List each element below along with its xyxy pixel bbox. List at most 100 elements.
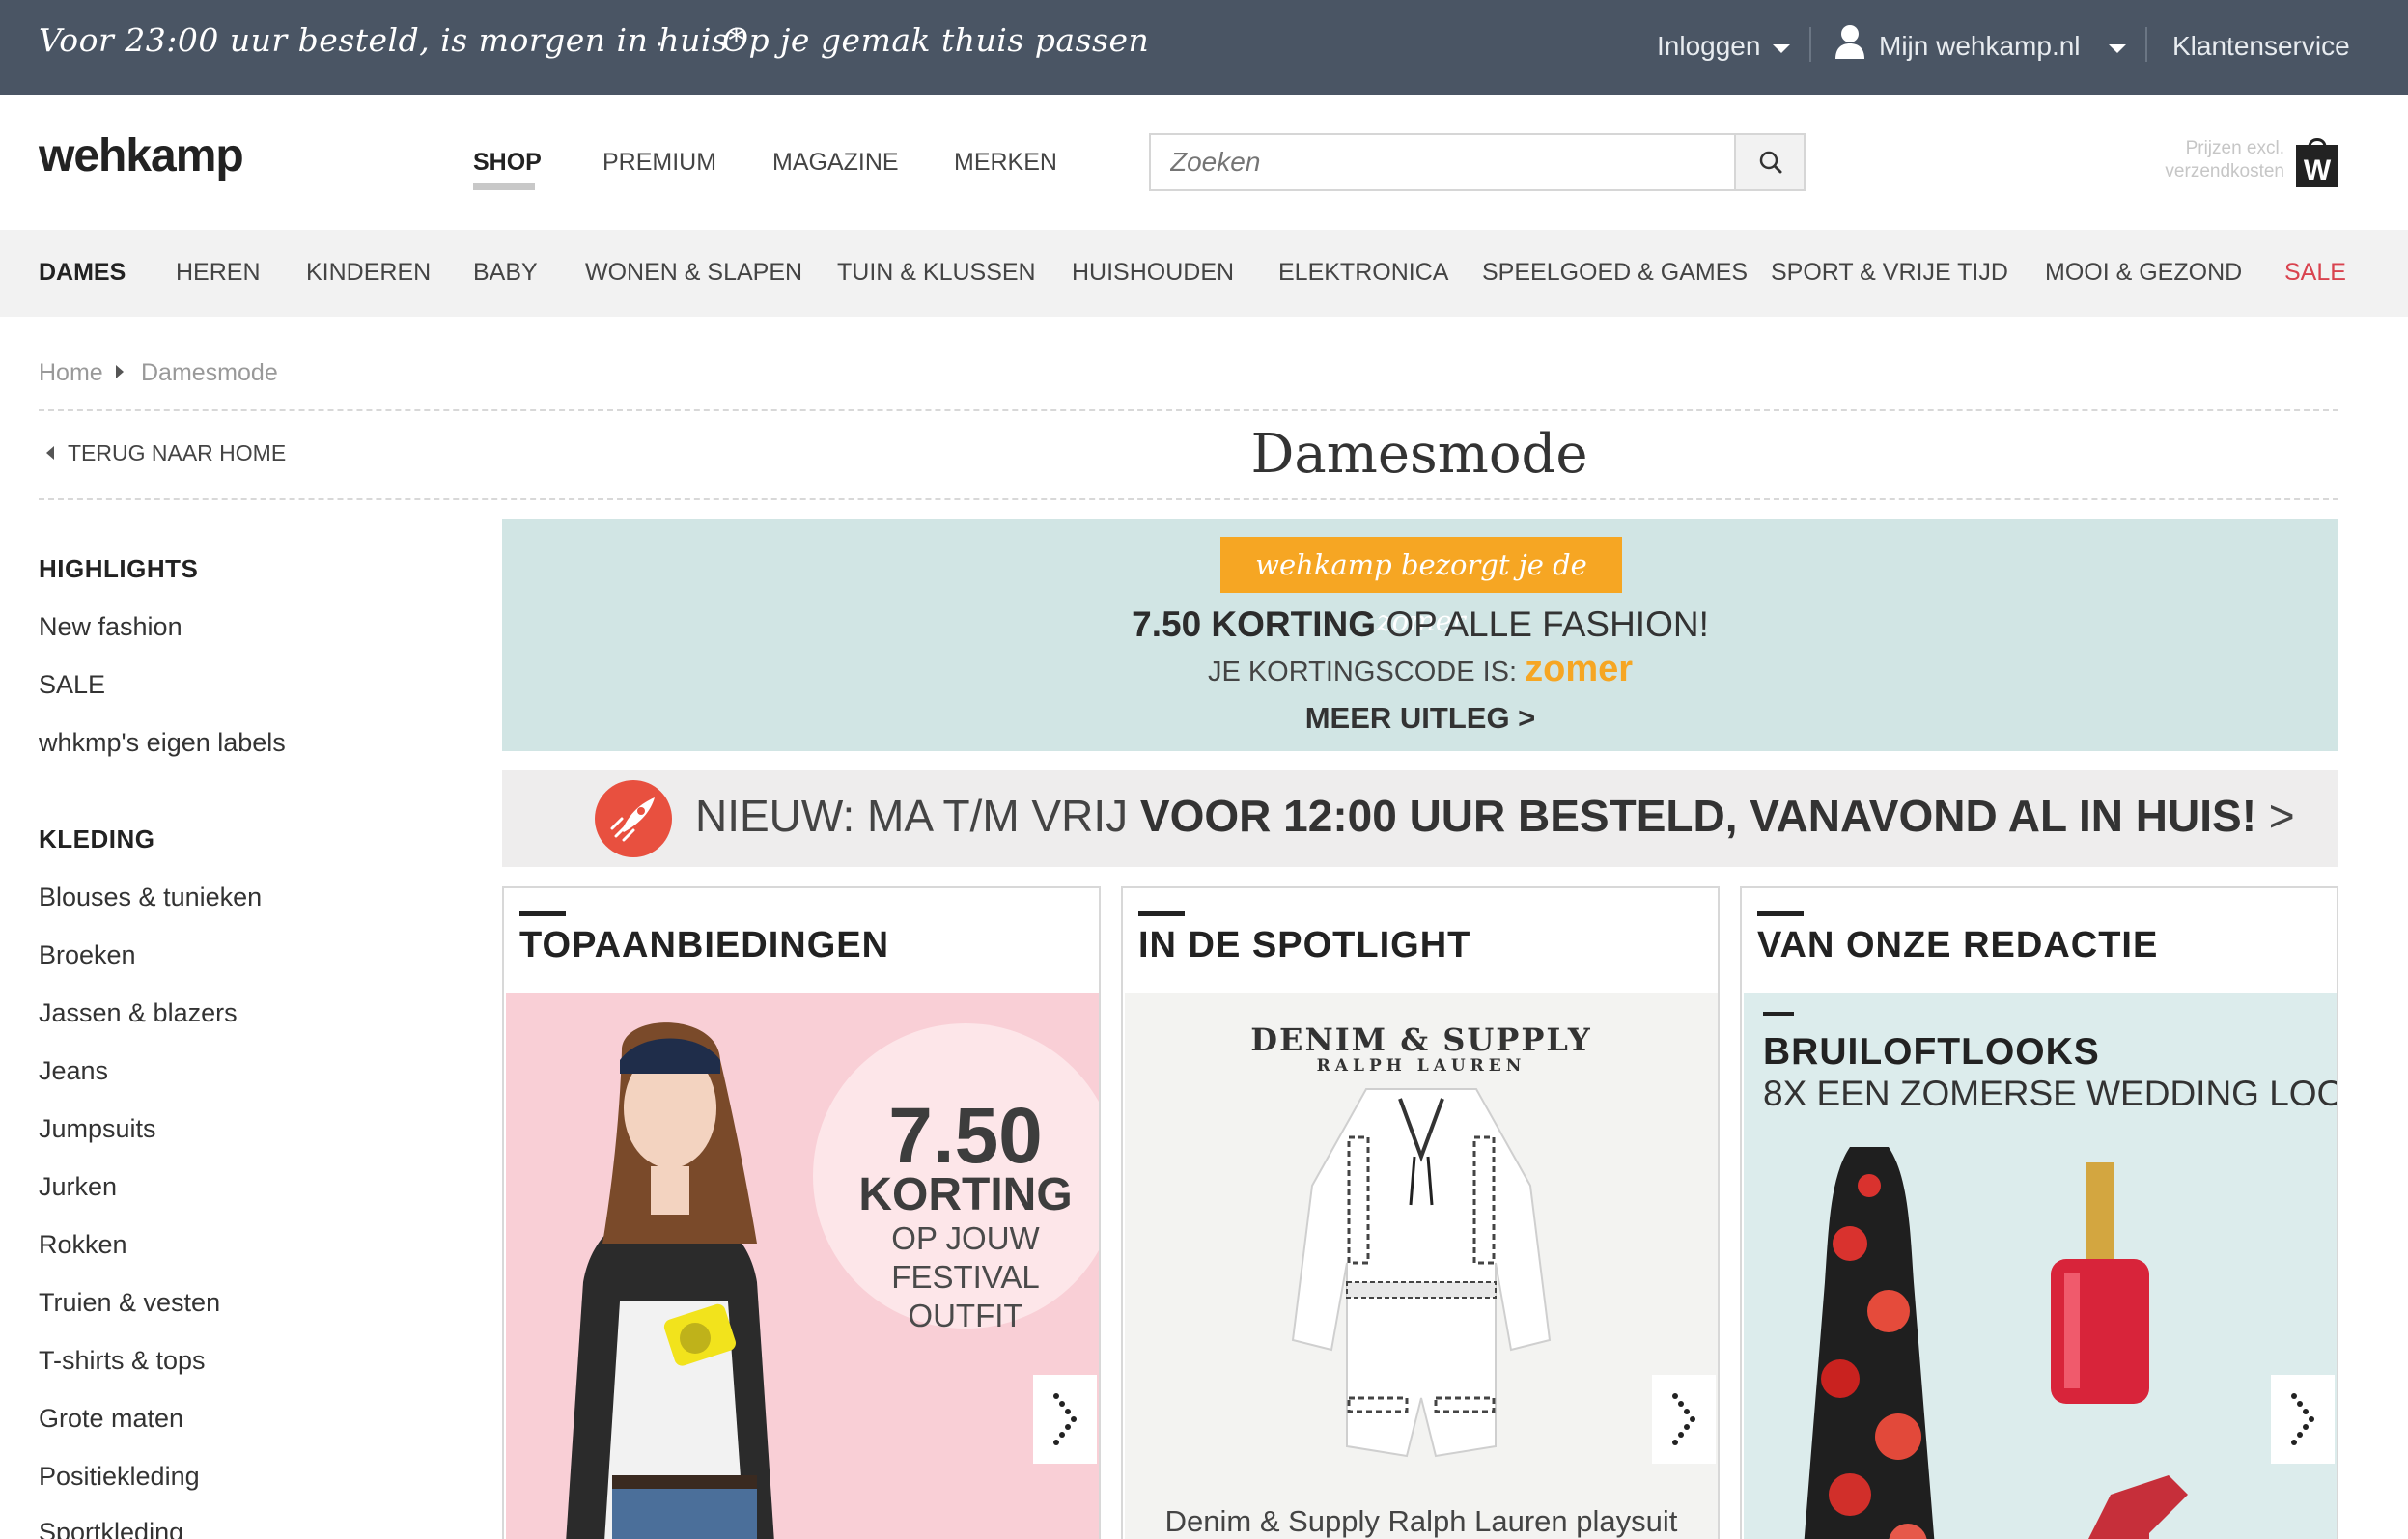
- account-caret-icon[interactable]: [2109, 44, 2126, 53]
- cart-logo: W: [2304, 154, 2332, 186]
- clothing-heading: KLEDING: [39, 825, 155, 853]
- sidebar-item-jumpsuits[interactable]: Jumpsuits: [39, 1114, 156, 1144]
- product-caption[interactable]: Denim & Supply Ralph Lauren playsuit: [1125, 1504, 1718, 1539]
- delivery-arrow: >: [2256, 791, 2295, 841]
- shipping-note-line1: Prijzen excl.: [2185, 138, 2284, 158]
- sidebar-item-own-labels[interactable]: whkmp's eigen labels: [39, 728, 286, 758]
- sidebar-item-blouses[interactable]: Blouses & tunieken: [39, 882, 262, 912]
- category-heren[interactable]: HEREN: [176, 259, 261, 287]
- shopping-bag-icon[interactable]: W: [2296, 133, 2338, 187]
- sidebar-item-broeken[interactable]: Broeken: [39, 940, 136, 970]
- card-title: TOPAANBIEDINGEN: [519, 925, 890, 965]
- offer-word: KORTING: [858, 1169, 1073, 1220]
- title-mark: [519, 911, 566, 916]
- carousel-next-button[interactable]: [1652, 1375, 1716, 1464]
- playsuit-illustration: [1291, 1088, 1552, 1458]
- divider: [2145, 27, 2147, 62]
- spotlight-image[interactable]: DENIM & SUPPLY RALPH LAUREN Denim & Supp…: [1125, 993, 1718, 1539]
- top-bar: Voor 23:00 uur besteld, is morgen in hui…: [0, 0, 2408, 95]
- discount-headline: 7.50 KORTING OP ALLE FASHION!: [502, 604, 2338, 645]
- category-mooi-gezond[interactable]: MOOI & GEZOND: [2045, 259, 2242, 287]
- category-sale[interactable]: SALE: [2284, 259, 2346, 287]
- editorial-image[interactable]: BRUILOFTLOOKS 8X EEN ZOMERSE WEDDING LOO…: [1744, 993, 2337, 1539]
- sidebar-item-sale[interactable]: SALE: [39, 670, 105, 700]
- offer-image[interactable]: 7.50 KORTING OP JOUW FESTIVAL OUTFIT: [506, 993, 1099, 1539]
- divider: [39, 409, 2338, 411]
- card-spotlight[interactable]: IN DE SPOTLIGHT DENIM & SUPPLY RALPH LAU…: [1121, 886, 1720, 1539]
- offer-line1: OP JOUW: [891, 1220, 1040, 1256]
- back-to-home-link[interactable]: TERUG NAAR HOME: [68, 440, 286, 466]
- sidebar-item-jassen[interactable]: Jassen & blazers: [39, 998, 238, 1028]
- shipping-note-line2: verzendkosten: [2165, 161, 2284, 182]
- delivery-new: NIEUW: MA T/M VRIJ: [695, 791, 1140, 841]
- offer-line2: FESTIVAL: [891, 1259, 1040, 1295]
- discount-scope: OP ALLE FASHION!: [1376, 604, 1709, 644]
- sidebar-item-new-fashion[interactable]: New fashion: [39, 612, 182, 642]
- promo-separator: ·: [655, 27, 664, 59]
- breadcrumb-current[interactable]: Damesmode: [141, 359, 278, 387]
- nav-magazine[interactable]: MAGAZINE: [772, 149, 899, 177]
- carousel-next-button[interactable]: [2271, 1375, 2335, 1464]
- category-tuin-klussen[interactable]: TUIN & KLUSSEN: [837, 259, 1036, 287]
- sidebar-item-jeans[interactable]: Jeans: [39, 1056, 108, 1086]
- breadcrumb-home[interactable]: Home: [39, 359, 103, 387]
- customer-service-link[interactable]: Klantenservice: [2172, 31, 2350, 62]
- page-title: Damesmode: [1250, 423, 1588, 486]
- shipping-note: Prijzen excl. verzendkosten: [2149, 137, 2284, 183]
- card-top-offers[interactable]: TOPAANBIEDINGEN 7.50 KORTING OP JOUW FES…: [502, 886, 1101, 1539]
- offer-line3: OUTFIT: [908, 1298, 1023, 1333]
- chevron-right-icon: [1053, 1393, 1077, 1445]
- login-caret-icon[interactable]: [1773, 44, 1790, 53]
- category-huishouden[interactable]: HUISHOUDEN: [1072, 259, 1234, 287]
- category-elektronica[interactable]: ELEKTRONICA: [1278, 259, 1448, 287]
- category-baby[interactable]: BABY: [473, 259, 538, 287]
- category-bar: DAMES HEREN KINDEREN BABY WONEN & SLAPEN…: [0, 230, 2408, 317]
- divider: [1809, 27, 1811, 62]
- sidebar-item-positiekleding[interactable]: Positiekleding: [39, 1462, 200, 1492]
- carousel-next-button[interactable]: [1033, 1375, 1097, 1464]
- search-box: [1149, 133, 1806, 191]
- search-button[interactable]: [1734, 135, 1804, 189]
- more-info-link[interactable]: MEER UITLEG >: [502, 701, 2338, 736]
- wehkamp-logo[interactable]: wehkamp: [39, 129, 244, 182]
- card-title: IN DE SPOTLIGHT: [1138, 925, 1471, 965]
- category-sport-vrije-tijd[interactable]: SPORT & VRIJE TIJD: [1771, 259, 2008, 287]
- card-editorial[interactable]: VAN ONZE REDACTIE BRUILOFTLOOKS 8X EEN Z…: [1740, 886, 2338, 1539]
- chevron-right-icon: [1672, 1393, 1695, 1445]
- rocket-icon: [595, 780, 672, 857]
- delivery-message: NIEUW: MA T/M VRIJ VOOR 12:00 UUR BESTEL…: [695, 790, 2295, 842]
- user-icon[interactable]: [1834, 23, 1865, 60]
- discount-code-line: JE KORTINGSCODE IS: zomer: [502, 649, 2338, 690]
- search-icon: [1759, 151, 1782, 174]
- summer-discount-banner[interactable]: wehkamp bezorgt je de zomer 7.50 KORTING…: [502, 519, 2338, 751]
- category-kinderen[interactable]: KINDEREN: [306, 259, 431, 287]
- sidebar-item-tshirts[interactable]: T-shirts & tops: [39, 1346, 206, 1376]
- nav-merken[interactable]: MERKEN: [954, 149, 1057, 177]
- sidebar-item-rokken[interactable]: Rokken: [39, 1230, 127, 1260]
- sidebar-item-truien[interactable]: Truien & vesten: [39, 1288, 220, 1318]
- sidebar-item-jurken[interactable]: Jurken: [39, 1172, 117, 1202]
- sidebar-item-grote-maten[interactable]: Grote maten: [39, 1404, 183, 1434]
- delivery-bold: VOOR 12:00 UUR BESTELD, VANAVOND AL IN H…: [1139, 791, 2257, 841]
- summer-tag: wehkamp bezorgt je de zomer: [1220, 537, 1622, 637]
- account-link[interactable]: Mijn wehkamp.nl: [1879, 31, 2081, 62]
- category-dames[interactable]: DAMES: [39, 259, 126, 287]
- same-day-delivery-banner[interactable]: NIEUW: MA T/M VRIJ VOOR 12:00 UUR BESTEL…: [502, 770, 2338, 867]
- divider: [39, 498, 2338, 500]
- title-mark: [1138, 911, 1185, 916]
- title-mark: [1757, 911, 1804, 916]
- discount-code: zomer: [1525, 649, 1634, 689]
- active-nav-indicator: [473, 183, 535, 190]
- dress-illustration: [1804, 1147, 2188, 1539]
- category-wonen-slapen[interactable]: WONEN & SLAPEN: [585, 259, 802, 287]
- category-speelgoed-games[interactable]: SPEELGOED & GAMES: [1482, 259, 1748, 287]
- login-link[interactable]: Inloggen: [1657, 31, 1760, 62]
- search-input[interactable]: [1151, 135, 1736, 189]
- back-arrow-icon[interactable]: [46, 446, 54, 460]
- code-label: JE KORTINGSCODE IS:: [1207, 657, 1526, 687]
- delivery-promo[interactable]: Voor 23:00 uur besteld, is morgen in hui…: [39, 21, 744, 59]
- nav-premium[interactable]: PREMIUM: [602, 149, 716, 177]
- nav-shop[interactable]: SHOP: [473, 149, 542, 177]
- fitting-promo[interactable]: Op je gemak thuis passen: [722, 21, 1149, 59]
- sidebar-item-sportkleding[interactable]: Sportkleding: [39, 1518, 183, 1539]
